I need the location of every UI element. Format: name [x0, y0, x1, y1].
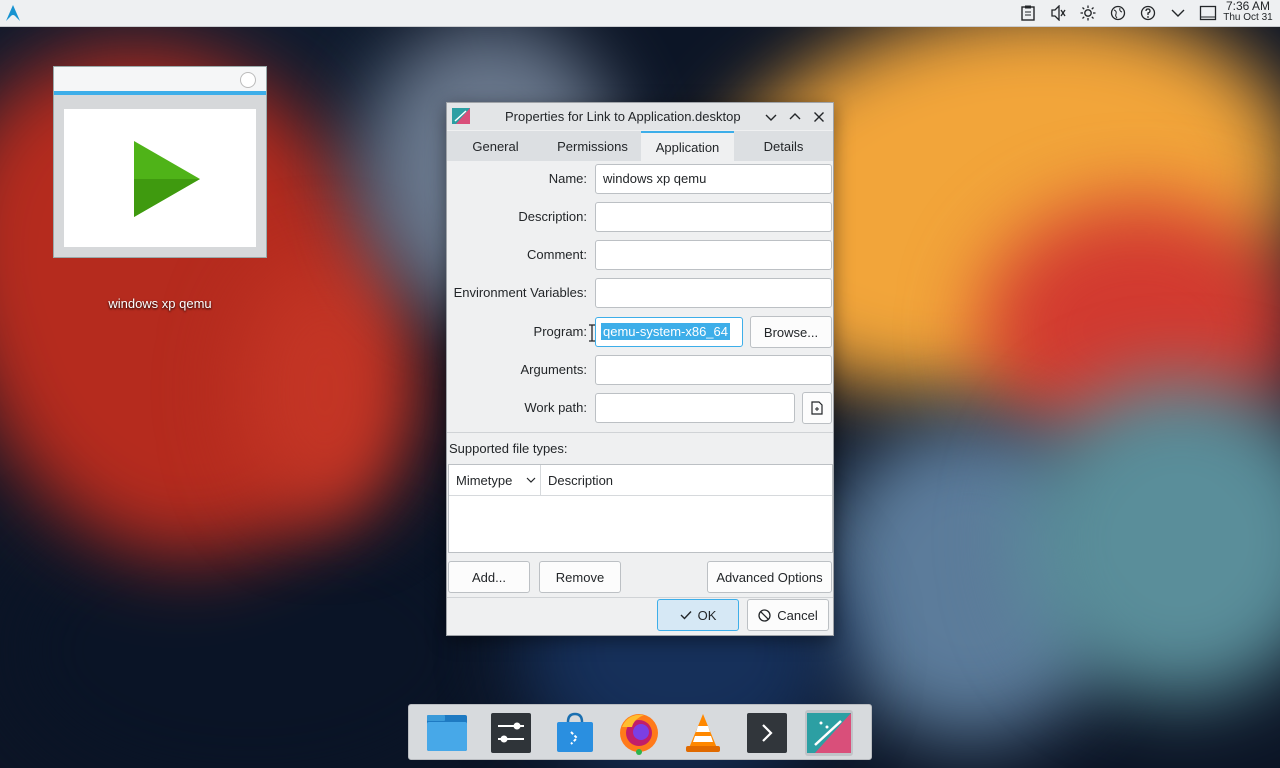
supported-file-types-label: Supported file types: — [449, 441, 568, 456]
window-menu-button[interactable] — [761, 107, 781, 127]
firefox-icon — [620, 714, 658, 755]
digital-clock[interactable]: 7:36 AM Thu Oct 31 — [1222, 0, 1274, 23]
help-icon[interactable] — [1136, 1, 1160, 25]
desktop-file-editor-icon — [807, 713, 851, 753]
comment-field[interactable] — [595, 240, 832, 270]
browse-button[interactable]: Browse... — [750, 316, 832, 348]
separator — [447, 432, 833, 433]
dock-item-terminal[interactable] — [743, 710, 791, 756]
tab-permissions[interactable]: Permissions — [544, 131, 641, 161]
arch-logo-icon — [6, 5, 20, 21]
show-desktop-icon[interactable] — [1196, 1, 1220, 25]
ok-button-label: OK — [697, 607, 717, 623]
column-header-mimetype-label: Mimetype — [456, 472, 513, 488]
work-path-field[interactable] — [595, 393, 795, 423]
close-button[interactable] — [809, 107, 829, 127]
checkmark-icon — [680, 611, 692, 620]
dock-item-software-store[interactable] — [551, 710, 599, 756]
dock-item-vlc[interactable] — [679, 710, 727, 756]
program-label: Program: — [533, 324, 587, 339]
tab-details[interactable]: Details — [734, 131, 833, 161]
advanced-options-button[interactable]: Advanced Options — [707, 561, 832, 593]
file-types-table[interactable]: Mimetype Description — [448, 464, 833, 553]
column-header-mimetype[interactable]: Mimetype — [449, 465, 541, 496]
brightness-icon[interactable] — [1076, 1, 1100, 25]
clipboard-icon[interactable] — [1016, 1, 1040, 25]
desktop-icon-thumbnail — [53, 66, 267, 258]
cancel-button[interactable]: Cancel — [747, 599, 829, 631]
separator — [447, 597, 833, 598]
dialog-titlebar[interactable]: Properties for Link to Application.deskt… — [447, 103, 833, 130]
comment-label: Comment: — [527, 247, 587, 262]
file-manager-icon — [427, 715, 467, 751]
ok-button[interactable]: OK — [657, 599, 739, 631]
software-store-icon — [557, 712, 593, 752]
column-header-description[interactable]: Description — [541, 465, 832, 496]
properties-dialog: Properties for Link to Application.deskt… — [446, 102, 834, 636]
environment-variables-label: Environment Variables: — [453, 285, 587, 300]
terminal-icon — [747, 713, 787, 753]
dock-item-firefox[interactable] — [615, 710, 663, 756]
volume-muted-icon[interactable] — [1046, 1, 1070, 25]
task-manager-dock — [408, 704, 872, 760]
dock-item-system-settings[interactable] — [487, 710, 535, 756]
top-panel: 7:36 AM Thu Oct 31 — [0, 0, 1280, 27]
desktop-file-icon — [452, 108, 470, 124]
program-field-value: qemu-system-x86_64 — [601, 323, 730, 340]
system-tray — [1016, 0, 1220, 26]
close-icon — [814, 112, 824, 122]
environment-variables-field[interactable] — [595, 278, 832, 308]
name-label: Name: — [548, 171, 587, 186]
sort-chevron-down-icon — [526, 477, 536, 483]
vlc-icon — [686, 714, 720, 752]
cancel-button-label: Cancel — [777, 607, 818, 623]
desktop-icon-windows-xp-qemu[interactable]: windows xp qemu — [53, 66, 267, 311]
description-field[interactable] — [595, 202, 832, 232]
program-field[interactable]: qemu-system-x86_64 — [595, 317, 743, 347]
tab-general[interactable]: General — [447, 131, 544, 161]
arguments-label: Arguments: — [520, 362, 587, 377]
arguments-field[interactable] — [595, 355, 832, 385]
network-icon[interactable] — [1106, 1, 1130, 25]
clock-date: Thu Oct 31 — [1223, 12, 1273, 23]
tab-bar: General Permissions Application Details — [447, 131, 833, 161]
system-settings-icon — [491, 713, 531, 753]
maximize-button[interactable] — [785, 107, 805, 127]
play-icon — [134, 141, 200, 217]
dock-item-desktop-file-editor[interactable] — [805, 710, 853, 756]
text-cursor-icon — [589, 324, 595, 342]
dialog-title: Properties for Link to Application.deskt… — [505, 109, 741, 124]
browse-work-path-button[interactable] — [802, 392, 832, 424]
desktop-icon-label: windows xp qemu — [108, 296, 212, 311]
name-field[interactable]: windows xp qemu — [595, 164, 832, 194]
application-launcher-button[interactable] — [0, 0, 26, 26]
expand-icon[interactable] — [1166, 1, 1190, 25]
cancel-icon — [758, 608, 771, 622]
chevron-down-icon — [765, 114, 777, 121]
clock-time: 7:36 AM — [1225, 0, 1271, 13]
chevron-up-icon — [789, 113, 801, 120]
remove-button[interactable]: Remove — [539, 561, 621, 593]
tab-application[interactable]: Application — [641, 131, 734, 161]
work-path-label: Work path: — [524, 400, 587, 415]
add-button[interactable]: Add... — [448, 561, 530, 593]
description-label: Description: — [518, 209, 587, 224]
dock-item-file-manager[interactable] — [423, 710, 471, 756]
open-folder-icon — [811, 401, 823, 415]
